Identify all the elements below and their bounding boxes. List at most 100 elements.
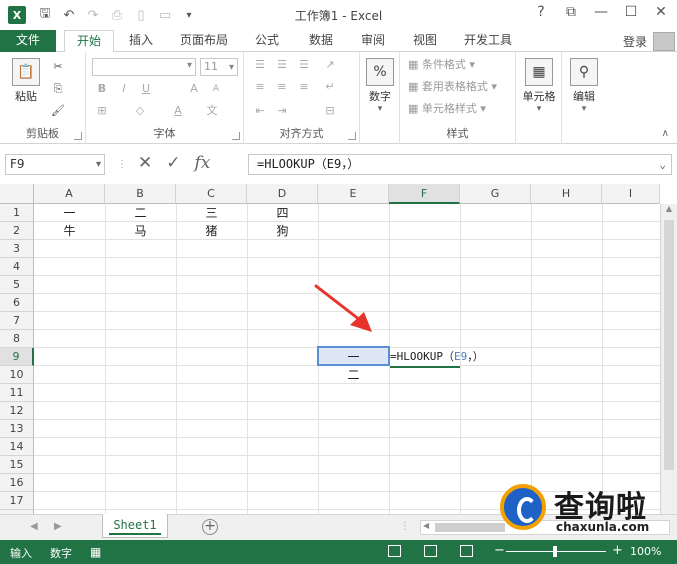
increase-indent-icon[interactable]: ⇥ [274,104,290,118]
row-header-6[interactable]: 6 [0,294,34,312]
prev-sheet-icon[interactable]: ◀ [30,521,38,532]
undo-icon[interactable]: ↶ [60,8,78,23]
enter-check-icon[interactable]: ✓ [166,153,180,173]
ribbon-display-icon[interactable]: ⧉ [561,4,581,20]
select-all-corner[interactable] [0,184,34,204]
row-header-10[interactable]: 10 [0,366,34,384]
tab-split-grip-icon[interactable]: ⋮ [400,521,410,532]
print-preview-icon[interactable]: ⎙ [108,8,126,23]
fill-color-icon[interactable]: ◇ [132,104,148,118]
zoom-level[interactable]: 100% [630,545,661,558]
sheet-tab-sheet1[interactable]: Sheet1 [102,514,168,538]
align-right-icon[interactable]: ≡ [296,80,312,94]
align-bottom-icon[interactable]: ☰ [296,58,312,72]
merge-center-icon[interactable]: ⊟ [322,104,338,118]
wrap-text-icon[interactable]: ↵ [322,80,338,94]
redo-icon[interactable]: ↷ [84,8,102,23]
editing-button[interactable]: ⚲ 编辑 ▾ [566,58,602,114]
vertical-scrollbar[interactable]: ▲ [660,204,677,514]
macro-record-icon[interactable]: ▦ [90,545,101,559]
zoom-slider-thumb[interactable] [553,546,557,557]
decrease-font-icon[interactable]: A [208,82,224,96]
cell-a2[interactable]: 牛 [34,222,105,240]
tab-data[interactable]: 数据 [298,30,344,52]
format-as-table-button[interactable]: ▦ 套用表格格式 ▾ [408,78,497,96]
tab-formulas[interactable]: 公式 [244,30,290,52]
tab-view[interactable]: 视图 [402,30,448,52]
paste-button[interactable]: 📋 粘贴 [8,58,44,104]
tab-file[interactable]: 文件 [0,30,56,52]
cell-a1[interactable]: 一 [34,204,105,222]
help-icon[interactable]: ? [531,4,551,20]
col-header-h[interactable]: H [531,184,602,204]
col-header-g[interactable]: G [460,184,531,204]
expand-formula-bar-icon[interactable]: ⌄ [659,155,666,174]
col-header-d[interactable]: D [247,184,318,204]
row-header-1[interactable]: 1 [0,204,34,222]
row-header-3[interactable]: 3 [0,240,34,258]
border-icon[interactable]: ⊞ [94,104,110,118]
customize-qat-icon[interactable]: ▾ [180,10,198,21]
font-launcher-icon[interactable] [232,132,240,140]
cell-styles-button[interactable]: ▦ 单元格样式 ▾ [408,100,486,118]
normal-view-icon[interactable] [388,545,401,557]
row-header-11[interactable]: 11 [0,384,34,402]
cell-b2[interactable]: 马 [105,222,176,240]
tab-home[interactable]: 开始 [64,30,114,53]
copy-icon[interactable]: ⎘ [50,82,66,96]
number-format-button[interactable]: % 数字 ▾ [364,58,396,114]
bold-icon[interactable]: B [94,82,110,96]
row-header-17[interactable]: 17 [0,492,34,510]
zoom-out-icon[interactable]: − [494,543,505,558]
tab-page-layout[interactable]: 页面布局 [172,30,236,52]
italic-icon[interactable]: I [116,82,132,96]
tab-developer[interactable]: 开发工具 [456,30,520,52]
cell-c2[interactable]: 猪 [176,222,247,240]
row-header-12[interactable]: 12 [0,402,34,420]
col-header-b[interactable]: B [105,184,176,204]
cell-b1[interactable]: 二 [105,204,176,222]
tab-insert[interactable]: 插入 [118,30,164,52]
scroll-up-icon[interactable]: ▲ [661,204,677,213]
cell-e9[interactable]: 一 [318,348,389,366]
increase-font-icon[interactable]: A [186,82,202,96]
align-left-icon[interactable]: ≡ [252,80,268,94]
cut-icon[interactable]: ✂ [50,60,66,74]
alignment-launcher-icon[interactable] [348,132,356,140]
col-header-c[interactable]: C [176,184,247,204]
new-file-icon[interactable]: ▯ [132,8,150,23]
avatar[interactable] [653,32,675,51]
scroll-left-icon[interactable]: ◀ [423,521,429,530]
cell-d2[interactable]: 狗 [247,222,318,240]
align-center-icon[interactable]: ≡ [274,80,290,94]
row-header-13[interactable]: 13 [0,420,34,438]
orientation-icon[interactable]: ↗ [322,58,338,72]
underline-icon[interactable]: U [138,82,154,96]
row-header-4[interactable]: 4 [0,258,34,276]
font-color-icon[interactable]: A [170,104,186,118]
page-layout-view-icon[interactable] [424,545,437,557]
cell-f9-active[interactable]: =HLOOKUP（E9，） [390,348,484,368]
worksheet-grid[interactable]: A B C D E F G H I 1 2 3 4 5 6 7 8 9 10 1… [0,184,677,514]
row-header-8[interactable]: 8 [0,330,34,348]
col-header-e[interactable]: E [318,184,389,204]
align-middle-icon[interactable]: ☰ [274,58,290,72]
format-painter-icon[interactable]: 🖌 [50,104,66,118]
font-size-dropdown[interactable]: 11 [200,58,238,76]
tab-review[interactable]: 审阅 [350,30,396,52]
clipboard-launcher-icon[interactable] [74,132,82,140]
row-header-14[interactable]: 14 [0,438,34,456]
cell-d1[interactable]: 四 [247,204,318,222]
save-icon[interactable]: 🖫 [36,4,54,26]
row-header-7[interactable]: 7 [0,312,34,330]
cancel-icon[interactable]: ✕ [138,153,152,173]
collapse-ribbon-icon[interactable]: ∧ [662,128,669,139]
phonetic-icon[interactable]: 文 [204,104,220,118]
minimize-icon[interactable]: — [591,4,611,20]
page-break-view-icon[interactable] [460,545,473,557]
open-folder-icon[interactable]: ▭ [156,8,174,23]
name-box[interactable]: F9 ▾ [5,154,105,175]
align-top-icon[interactable]: ☰ [252,58,268,72]
insert-function-icon[interactable]: fx [195,153,211,173]
formula-input[interactable]: =HLOOKUP（E9，） ⌄ [248,154,672,175]
